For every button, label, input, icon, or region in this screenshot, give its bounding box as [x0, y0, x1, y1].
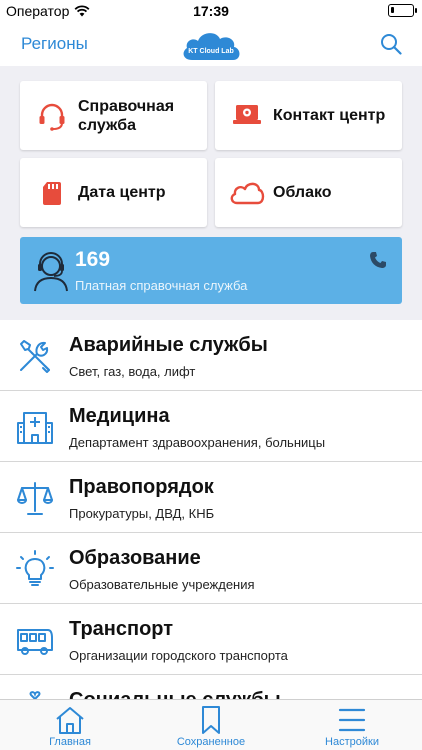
list-item[interactable]: Образование Образовательные учреждения — [0, 533, 422, 604]
list-item-title: Медицина — [69, 405, 170, 427]
bookmark-icon — [202, 706, 220, 734]
operator-icon — [34, 252, 68, 292]
list-item-subtitle: Департамент здравоохранения, больницы — [69, 435, 326, 450]
tab-label: Главная — [49, 736, 91, 748]
phone-icon[interactable] — [369, 251, 387, 269]
kt-cloud-lab-logo: KT Cloud Lab — [183, 33, 240, 60]
list-item-subtitle: Образовательные учреждения — [69, 577, 255, 592]
category-list: Аварийные службы Свет, газ, вода, лифт М… — [0, 320, 422, 699]
list-item[interactable]: Медицина Департамент здравоохранения, бо… — [0, 391, 422, 462]
home-icon — [56, 707, 84, 734]
list-item-subtitle: Организации городского транспорта — [69, 648, 288, 663]
social-icon — [29, 691, 41, 699]
quick-access-tiles: Справочная служба Контакт центр Дата цен… — [0, 66, 422, 320]
laptop-icon — [233, 104, 261, 124]
cloud-icon — [230, 182, 265, 204]
menu-icon — [338, 708, 366, 732]
tab-bar: Главная Сохраненное Настройки — [0, 699, 422, 750]
tile-data-center[interactable]: Дата центр — [20, 158, 207, 227]
tab-saved[interactable]: Сохраненное — [141, 700, 281, 750]
scales-icon — [17, 482, 53, 515]
bus-icon — [17, 629, 53, 655]
list-item[interactable]: Аварийные службы Свет, газ, вода, лифт — [0, 320, 422, 391]
list-item-subtitle: Свет, газ, вода, лифт — [69, 364, 196, 379]
list-item-subtitle: Прокуратуры, ДВД, КНБ — [69, 506, 215, 521]
navigation-bar: Регионы KT Cloud Lab — [0, 22, 422, 66]
tools-icon — [20, 340, 50, 373]
list-item-title: Транспорт — [69, 618, 174, 640]
paid-service-number: 169 — [75, 248, 111, 271]
paid-help-desk-banner[interactable]: 169 Платная справочная служба — [20, 237, 402, 304]
list-item[interactable]: Правопорядок Прокуратуры, ДВД, КНБ — [0, 462, 422, 533]
battery-level — [391, 7, 394, 13]
tile-label: Облако — [273, 184, 332, 201]
hospital-icon — [17, 412, 53, 444]
list-item[interactable]: Социальные службы — [0, 675, 422, 699]
list-item-title: Правопорядок — [69, 476, 214, 498]
tab-settings[interactable]: Настройки — [282, 700, 422, 750]
tile-label: Контакт центр — [273, 107, 386, 124]
tab-home[interactable]: Главная — [0, 700, 140, 750]
regions-button[interactable]: Регионы — [21, 34, 88, 54]
tile-cloud[interactable]: Облако — [215, 158, 402, 227]
tile-label: Справочная служба — [78, 97, 175, 134]
list-item-title: Образование — [69, 547, 201, 569]
list-item-title: Аварийные службы — [69, 334, 268, 356]
tile-help-desk[interactable]: Справочная служба — [20, 81, 207, 150]
tile-label: Дата центр — [78, 184, 166, 201]
tab-label: Настройки — [325, 736, 379, 748]
headset-icon — [39, 103, 65, 131]
list-item[interactable]: Транспорт Организации городского транспо… — [0, 604, 422, 675]
paid-service-label: Платная справочная служба — [75, 278, 248, 293]
sd-card-icon — [43, 181, 61, 205]
logo-text: KT Cloud Lab — [188, 48, 234, 55]
tile-contact-center[interactable]: Контакт центр — [215, 81, 402, 150]
list-item-title: Социальные службы — [69, 689, 281, 699]
search-icon[interactable] — [380, 33, 402, 55]
battery-icon — [388, 4, 417, 17]
lightbulb-icon — [16, 550, 54, 586]
tab-label: Сохраненное — [176, 736, 246, 748]
clock: 17:39 — [193, 3, 229, 19]
status-bar: Оператор 17:39 — [0, 0, 422, 22]
